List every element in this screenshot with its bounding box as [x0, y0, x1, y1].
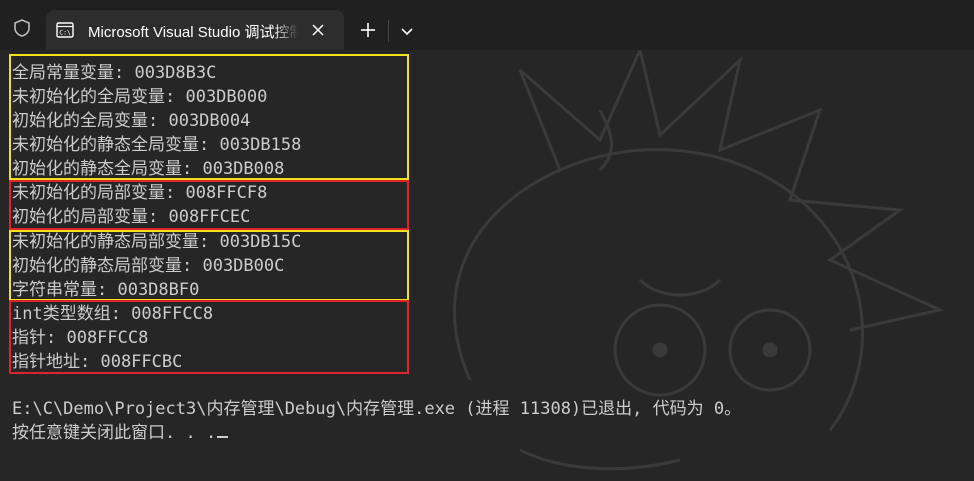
tab-debug-console[interactable]: C:\ Microsoft Visual Studio 调试控制台: [46, 10, 344, 50]
tab-title: Microsoft Visual Studio 调试控制台: [88, 24, 298, 41]
console-line: 指针地址: 008FFCBC: [12, 352, 183, 372]
console-line: 初始化的静态全局变量: 003DB008: [12, 159, 285, 179]
console-line: 未初始化的局部变量: 008FFCF8: [12, 183, 268, 203]
console-app-icon: C:\: [56, 22, 74, 38]
tab-divider: [388, 20, 389, 42]
console-line: 全局常量变量: 003D8B3C: [12, 63, 217, 83]
shield-icon[interactable]: [12, 18, 32, 38]
console-line: 指针: 008FFCC8: [12, 328, 149, 348]
console-line: int类型数组: 008FFCC8: [12, 304, 214, 324]
plus-icon[interactable]: [358, 20, 378, 40]
title-bar: C:\ Microsoft Visual Studio 调试控制台: [0, 0, 974, 50]
console-line: 初始化的全局变量: 003DB004: [12, 111, 251, 131]
chevron-down-icon[interactable]: [398, 22, 416, 40]
prompt-text: 按任意键关闭此窗口. . .: [12, 423, 217, 443]
console-line: 未初始化的静态全局变量: 003DB158: [12, 135, 302, 155]
console-line: 初始化的静态局部变量: 003DB00C: [12, 256, 285, 276]
console-line: 字符串常量: 003D8BF0: [12, 280, 200, 300]
console-line: 初始化的局部变量: 008FFCEC: [12, 207, 251, 227]
prompt-message: 按任意键关闭此窗口. . .: [12, 421, 229, 445]
console-line: 未初始化的全局变量: 003DB000: [12, 87, 268, 107]
exit-message: E:\C\Demo\Project3\内存管理\Debug\内存管理.exe (…: [12, 399, 742, 419]
console-output[interactable]: 全局常量变量: 003D8B3C 未初始化的全局变量: 003DB000 初始化…: [0, 50, 974, 481]
text-cursor: [217, 436, 229, 438]
close-icon[interactable]: [308, 20, 328, 40]
svg-text:C:\: C:\: [59, 29, 71, 37]
console-line: 未初始化的静态局部变量: 003DB15C: [12, 232, 302, 252]
terminal-window: C:\ Microsoft Visual Studio 调试控制台 全局常量变量…: [0, 0, 974, 481]
